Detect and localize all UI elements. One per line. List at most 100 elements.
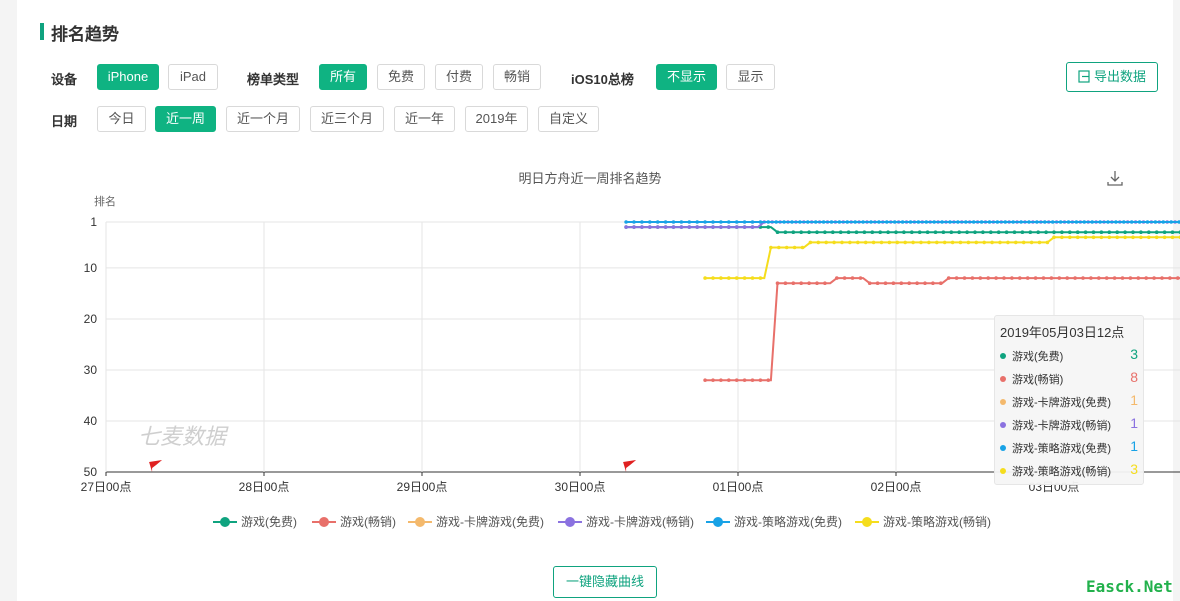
- series-color-dot: [1000, 445, 1006, 451]
- series-point: [869, 220, 873, 224]
- tooltip-series-name: 游戏(畅销): [1012, 374, 1064, 386]
- series-point: [1090, 220, 1094, 224]
- legend-item[interactable]: 游戏-卡牌游戏(畅销): [558, 513, 694, 530]
- series-point: [1176, 276, 1180, 280]
- series-point: [815, 230, 819, 234]
- series-point: [1065, 276, 1069, 280]
- series-point: [1052, 235, 1056, 240]
- series-point: [750, 378, 755, 383]
- series-point: [1112, 276, 1117, 280]
- series-point: [1044, 230, 1048, 234]
- tooltip-series-name: 游戏-卡牌游戏(畅销): [1012, 420, 1111, 432]
- tooltip-series-value: 3: [1130, 346, 1138, 362]
- series-point: [1091, 230, 1096, 234]
- series-point: [823, 281, 827, 286]
- series-point: [808, 240, 813, 245]
- series-point: [671, 225, 676, 229]
- legend-item[interactable]: 游戏-策略游戏(畅销): [855, 513, 991, 530]
- legend-marker-icon: [855, 517, 879, 527]
- series-point: [821, 220, 826, 224]
- series-point: [775, 230, 780, 234]
- legend-marker-icon: [312, 517, 336, 527]
- legend-item[interactable]: 游戏(免费): [213, 513, 297, 530]
- series-point: [1145, 220, 1150, 224]
- y-tick-label: 10: [84, 261, 98, 275]
- series-color-dot: [1000, 399, 1006, 405]
- series-point: [1060, 230, 1064, 234]
- series-point: [1104, 276, 1109, 280]
- series-point: [742, 220, 747, 224]
- series-point: [1170, 235, 1175, 240]
- legend-label: 游戏-策略游戏(免费): [734, 515, 842, 529]
- series-point: [924, 220, 929, 224]
- series-point: [867, 281, 872, 286]
- series-point: [886, 230, 890, 234]
- series-point: [791, 281, 796, 286]
- tooltip-series-name: 游戏-策略游戏(免费): [1012, 443, 1111, 455]
- series-point: [624, 220, 628, 224]
- series-point: [915, 281, 919, 286]
- series-point: [971, 220, 976, 224]
- series-point: [981, 230, 985, 234]
- series-point: [885, 220, 889, 224]
- series-point: [1068, 235, 1072, 240]
- series-point: [1025, 276, 1030, 280]
- series-line: [626, 226, 1180, 234]
- series-point: [907, 281, 911, 286]
- series-point: [1131, 230, 1135, 234]
- series-point: [1115, 230, 1119, 234]
- series-line: [705, 236, 1180, 280]
- series-point: [1144, 276, 1148, 280]
- legend-item[interactable]: 游戏-卡牌游戏(免费): [408, 513, 544, 530]
- series-point: [750, 225, 755, 229]
- series-point: [883, 281, 888, 286]
- series-point: [923, 281, 927, 286]
- series-point: [695, 220, 699, 224]
- series-point: [750, 220, 755, 224]
- tooltip-row: 游戏-卡牌游戏(免费) 1: [1000, 392, 1140, 410]
- legend-marker-icon: [213, 517, 237, 527]
- tooltip-row: 游戏-策略游戏(免费) 1: [1000, 438, 1140, 456]
- hide-all-lines-button[interactable]: 一键隐藏曲线: [553, 566, 657, 598]
- series-point: [663, 220, 668, 224]
- series-point: [970, 276, 975, 280]
- series-point: [807, 281, 811, 286]
- series-point: [1099, 235, 1104, 240]
- series-point: [1114, 220, 1118, 224]
- x-tick-label: 28日00点: [239, 480, 290, 494]
- series-point: [854, 230, 859, 234]
- series-point: [892, 220, 897, 224]
- series-point: [840, 240, 844, 245]
- series-point: [663, 225, 668, 229]
- series-point: [782, 220, 786, 224]
- legend-label: 游戏-卡牌游戏(畅销): [586, 515, 694, 529]
- y-tick-label: 1: [90, 215, 97, 229]
- series-point: [1123, 235, 1127, 240]
- legend-item[interactable]: 游戏-策略游戏(免费): [706, 513, 842, 530]
- series-point: [940, 220, 944, 224]
- series-point: [996, 230, 1001, 234]
- series-point: [774, 220, 778, 224]
- legend-marker-icon: [558, 517, 582, 527]
- legend-item[interactable]: 游戏(畅销): [312, 513, 396, 530]
- series-color-dot: [1000, 376, 1006, 382]
- series-point: [1083, 230, 1088, 234]
- series-point: [679, 220, 684, 224]
- series-point: [982, 240, 986, 245]
- tooltip-series-name: 游戏-卡牌游戏(免费): [1012, 397, 1111, 409]
- series-point: [1136, 276, 1141, 280]
- x-tick-label: 30日00点: [555, 480, 606, 494]
- series-point: [1169, 220, 1173, 224]
- series-point: [989, 230, 993, 234]
- tooltip-row: 游戏(免费) 3: [1000, 346, 1140, 364]
- series-point: [648, 220, 652, 224]
- series-point: [946, 276, 951, 280]
- series-point: [1033, 276, 1038, 280]
- x-tick-label: 29日00点: [397, 480, 448, 494]
- series-point: [1052, 230, 1056, 234]
- series-point: [973, 230, 977, 234]
- legend-label: 游戏(免费): [241, 515, 297, 529]
- series-point: [734, 378, 739, 383]
- series-point: [1028, 230, 1033, 234]
- series-point: [766, 378, 771, 383]
